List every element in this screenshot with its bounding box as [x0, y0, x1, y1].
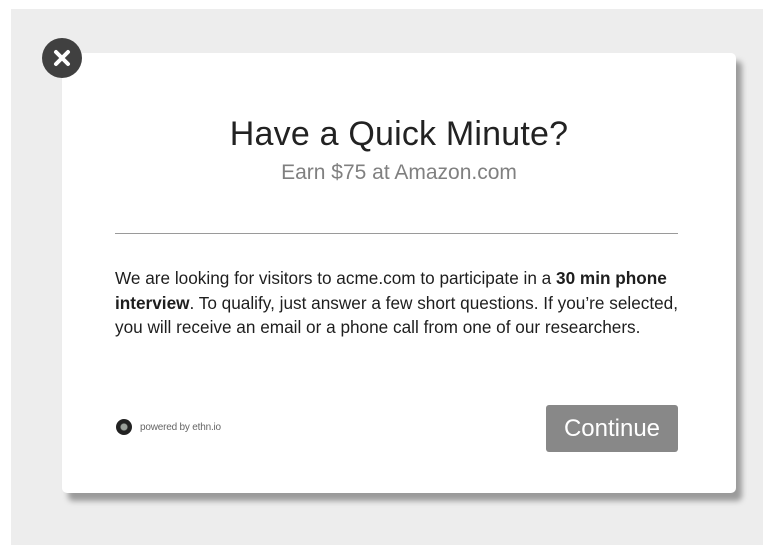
dialog-title: Have a Quick Minute? [229, 115, 569, 153]
close-icon [54, 50, 70, 66]
dialog-subtitle: Earn $75 at Amazon.com [281, 161, 517, 184]
survey-dialog: Have a Quick Minute? Earn $75 at Amazon.… [62, 53, 736, 493]
powered-by-link[interactable]: powered by ethn.io [116, 419, 221, 435]
powered-by-text: powered by ethn.io [140, 421, 221, 433]
ethnio-logo-icon [116, 419, 132, 435]
continue-button[interactable]: Continue [546, 405, 678, 452]
body-text-part2: . To qualify, just answer a few short qu… [115, 292, 679, 338]
divider [115, 233, 678, 234]
body-text-part1: We are looking for visitors to acme.com … [115, 268, 557, 288]
close-button[interactable] [42, 38, 82, 78]
dialog-body: We are looking for visitors to acme.com … [115, 266, 700, 340]
